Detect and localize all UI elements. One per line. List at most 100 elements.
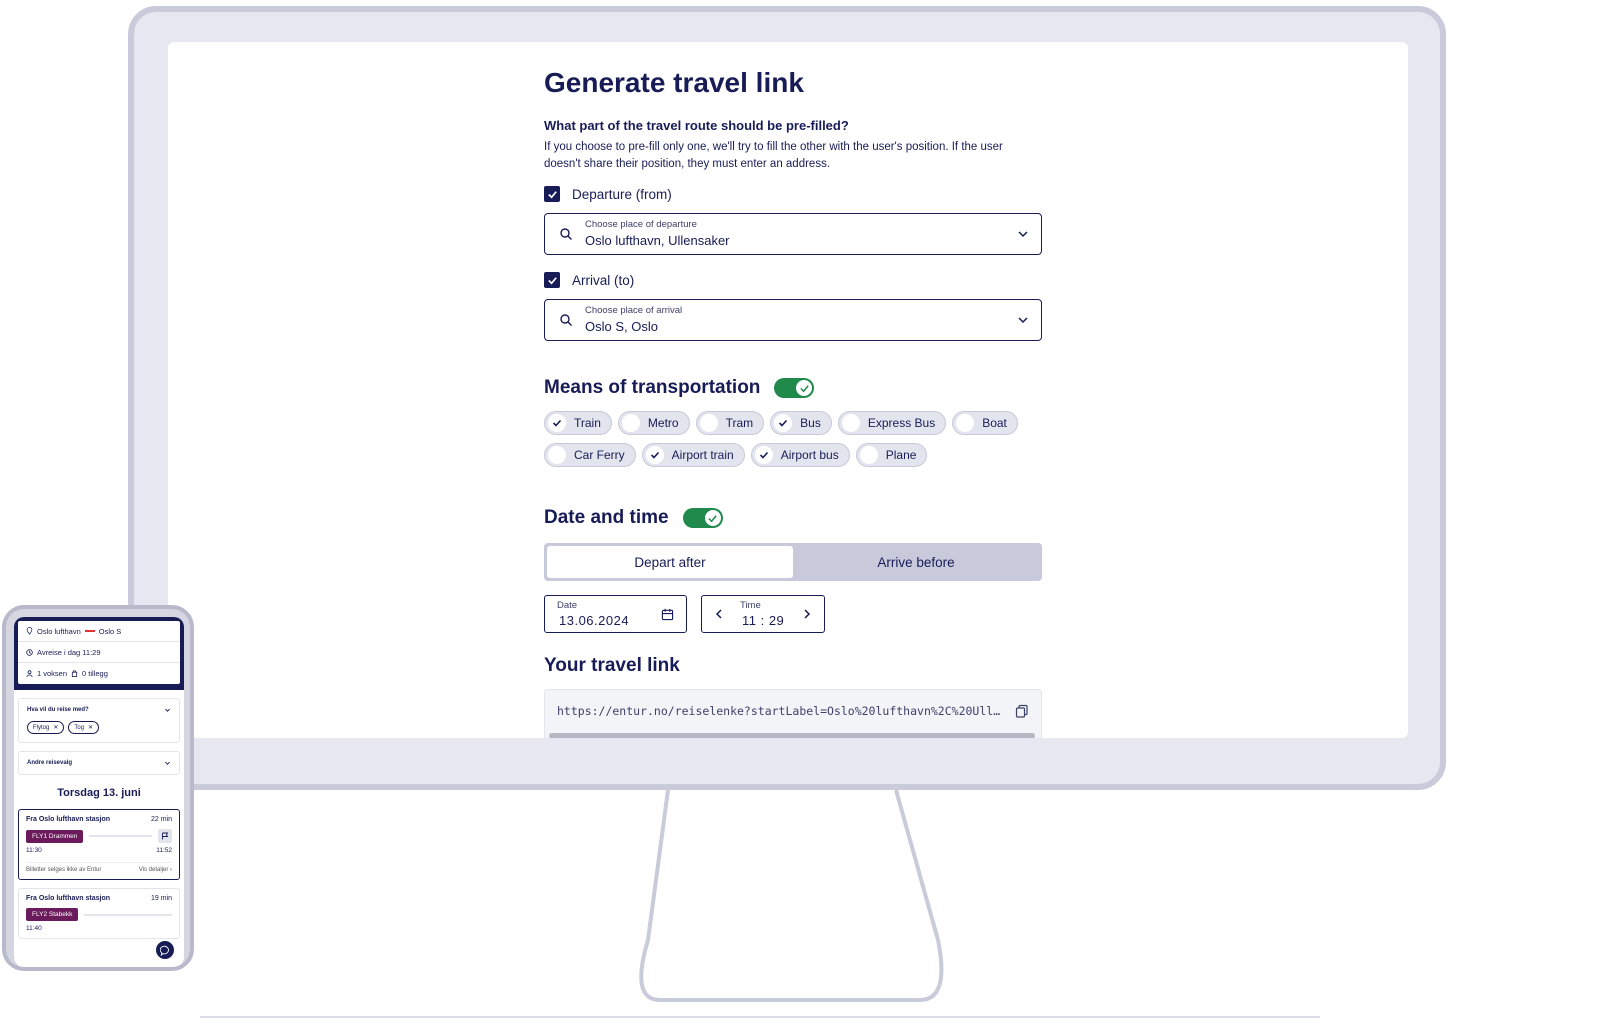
transport-chip-plane[interactable]: Plane <box>855 443 928 467</box>
phone-departure-row[interactable]: Avreise i dag 11:29 <box>18 642 180 663</box>
phone-filter-tag-label: Flytog <box>33 724 50 731</box>
luggage-icon <box>71 670 78 677</box>
travel-link-box[interactable]: https://entur.no/reiselenke?startLabel=O… <box>544 689 1042 738</box>
phone-travellers-text: 1 voksen <box>37 669 68 678</box>
arrival-checkbox-row[interactable]: Arrival (to) <box>544 271 1042 289</box>
transport-chip-label: Boat <box>982 416 1007 430</box>
close-icon[interactable]: ✕ <box>53 724 58 731</box>
check-icon <box>708 514 717 522</box>
departure-field-value: Oslo lufthavn, Ullensaker <box>585 233 730 248</box>
transport-heading: Means of transportation <box>544 377 761 398</box>
trip-departure-time: 11:30 <box>26 847 42 854</box>
chevron-down-icon[interactable] <box>164 760 171 767</box>
prefill-question: What part of the travel route should be … <box>544 118 849 133</box>
floor-line <box>200 1016 1320 1018</box>
check-icon <box>800 384 809 392</box>
check-icon <box>645 446 664 464</box>
close-icon[interactable]: ✕ <box>88 724 93 731</box>
phone-frame: Oslo lufthavn Oslo S Avreise i dag 11:29… <box>2 605 194 971</box>
phone-travellers-row[interactable]: 1 voksen 0 tillegg <box>18 663 180 684</box>
tab-depart-after[interactable]: Depart after <box>547 546 793 578</box>
horizontal-scrollbar[interactable] <box>549 733 1035 738</box>
check-icon <box>774 414 793 432</box>
calendar-icon[interactable] <box>661 608 674 621</box>
date-value: 13.06.2024 <box>559 613 630 628</box>
time-field[interactable]: Time 11 : 29 <box>701 595 825 633</box>
phone-other-heading: Andre reisevalg <box>27 760 73 766</box>
transport-chip-metro[interactable]: Metro <box>617 411 690 435</box>
chevron-down-icon[interactable] <box>1017 228 1029 240</box>
trip-from: Fra Oslo lufthavn stasjon <box>26 816 111 823</box>
transport-chip-boat[interactable]: Boat <box>952 411 1018 435</box>
arrival-field-value: Oslo S, Oslo <box>585 319 658 334</box>
chip-indicator <box>699 414 718 432</box>
depart-arrive-switch: Depart after Arrive before <box>544 543 1042 581</box>
chevron-left-icon[interactable] <box>714 609 724 619</box>
transport-chip-airport-bus[interactable]: Airport bus <box>750 443 850 467</box>
trip-arrival-time: 11:52 <box>156 847 172 854</box>
phone-screen: Oslo lufthavn Oslo S Avreise i dag 11:29… <box>14 617 184 967</box>
check-icon <box>547 190 557 198</box>
departure-checkbox[interactable] <box>544 186 560 202</box>
phone-trip-card[interactable]: Fra Oslo lufthavn stasjon 22 min FLY1 Dr… <box>18 809 180 880</box>
tab-arrive-before[interactable]: Arrive before <box>793 546 1039 578</box>
flag-icon <box>158 829 172 843</box>
transport-chip-label: Express Bus <box>867 416 936 430</box>
transport-chip-tram[interactable]: Tram <box>695 411 765 435</box>
phone-other-options[interactable]: Andre reisevalg <box>18 751 180 775</box>
transport-chip-label: Plane <box>885 448 917 462</box>
transport-chip-label: Metro <box>647 416 679 430</box>
trip-details-link[interactable]: Vis detaljer › <box>139 867 172 873</box>
search-icon <box>560 314 572 326</box>
date-field[interactable]: Date 13.06.2024 <box>544 595 687 633</box>
chip-indicator <box>548 446 566 464</box>
chip-indicator <box>621 414 640 432</box>
transport-chip-train[interactable]: Train <box>544 411 612 435</box>
transport-chip-express-bus[interactable]: Express Bus <box>837 411 947 435</box>
date-time-row: Date 13.06.2024 Time 11 : 29 <box>544 595 1042 633</box>
trip-line-badge: FLY2 Stabekk <box>26 908 79 921</box>
trip-duration: 22 min <box>150 816 172 823</box>
phone-filter-tag[interactable]: Tog ✕ <box>68 721 100 734</box>
chevron-right-icon[interactable] <box>802 609 812 619</box>
page-title: Generate travel link <box>544 67 804 98</box>
copy-icon[interactable] <box>1015 704 1029 718</box>
chip-indicator <box>841 414 860 432</box>
check-icon <box>548 414 566 432</box>
arrival-field-label: Choose place of arrival <box>585 305 683 316</box>
travel-link-url[interactable]: https://entur.no/reiselenke?startLabel=O… <box>557 704 1005 718</box>
time-label: Time <box>740 600 761 611</box>
transport-chip-label: Tram <box>725 416 754 430</box>
transport-chip-bus[interactable]: Bus <box>770 411 832 435</box>
check-icon <box>754 446 773 464</box>
phone-filter-tag[interactable]: Flytog ✕ <box>27 721 65 734</box>
phone-mode-filter[interactable]: Hva vil du reise med? Flytog ✕ Tog ✕ <box>18 698 180 743</box>
time-value: 11 : 29 <box>742 613 785 628</box>
phone-route-row[interactable]: Oslo lufthavn Oslo S <box>18 621 180 642</box>
datetime-toggle[interactable] <box>682 508 723 528</box>
arrival-select[interactable]: Choose place of arrival Oslo S, Oslo <box>544 299 1042 341</box>
check-icon <box>547 276 557 284</box>
date-label: Date <box>557 600 578 611</box>
departure-checkbox-label: Departure (from) <box>572 186 672 202</box>
link-heading: Your travel link <box>544 655 680 676</box>
transport-chip-label: Car Ferry <box>574 448 625 462</box>
trip-ticket-note: Billetter selges ikke av Entur <box>26 867 102 873</box>
departure-select[interactable]: Choose place of departure Oslo lufthavn,… <box>544 213 1042 255</box>
phone-extras-text: 0 tillegg <box>82 669 108 678</box>
arrival-checkbox[interactable] <box>544 272 560 288</box>
phone-departure-text: Avreise i dag 11:29 <box>37 647 101 657</box>
transport-chip-car-ferry[interactable]: Car Ferry <box>544 443 636 467</box>
chevron-down-icon[interactable] <box>164 707 171 714</box>
phone-route-from: Oslo lufthavn <box>37 626 81 636</box>
phone-route-to: Oslo S <box>98 626 122 636</box>
route-connector <box>84 630 95 632</box>
phone-trip-card[interactable]: Fra Oslo lufthavn stasjon 19 min FLY2 St… <box>18 888 180 939</box>
prefill-help-text: If you choose to pre-fill only one, we'l… <box>544 141 1003 170</box>
trip-line-badge: FLY1 Drammen <box>26 829 84 843</box>
departure-checkbox-row[interactable]: Departure (from) <box>544 185 1042 203</box>
transport-chip-airport-train[interactable]: Airport train <box>641 443 745 467</box>
chat-icon[interactable] <box>154 939 176 961</box>
transport-toggle[interactable] <box>774 378 815 398</box>
chevron-down-icon[interactable] <box>1017 314 1029 326</box>
